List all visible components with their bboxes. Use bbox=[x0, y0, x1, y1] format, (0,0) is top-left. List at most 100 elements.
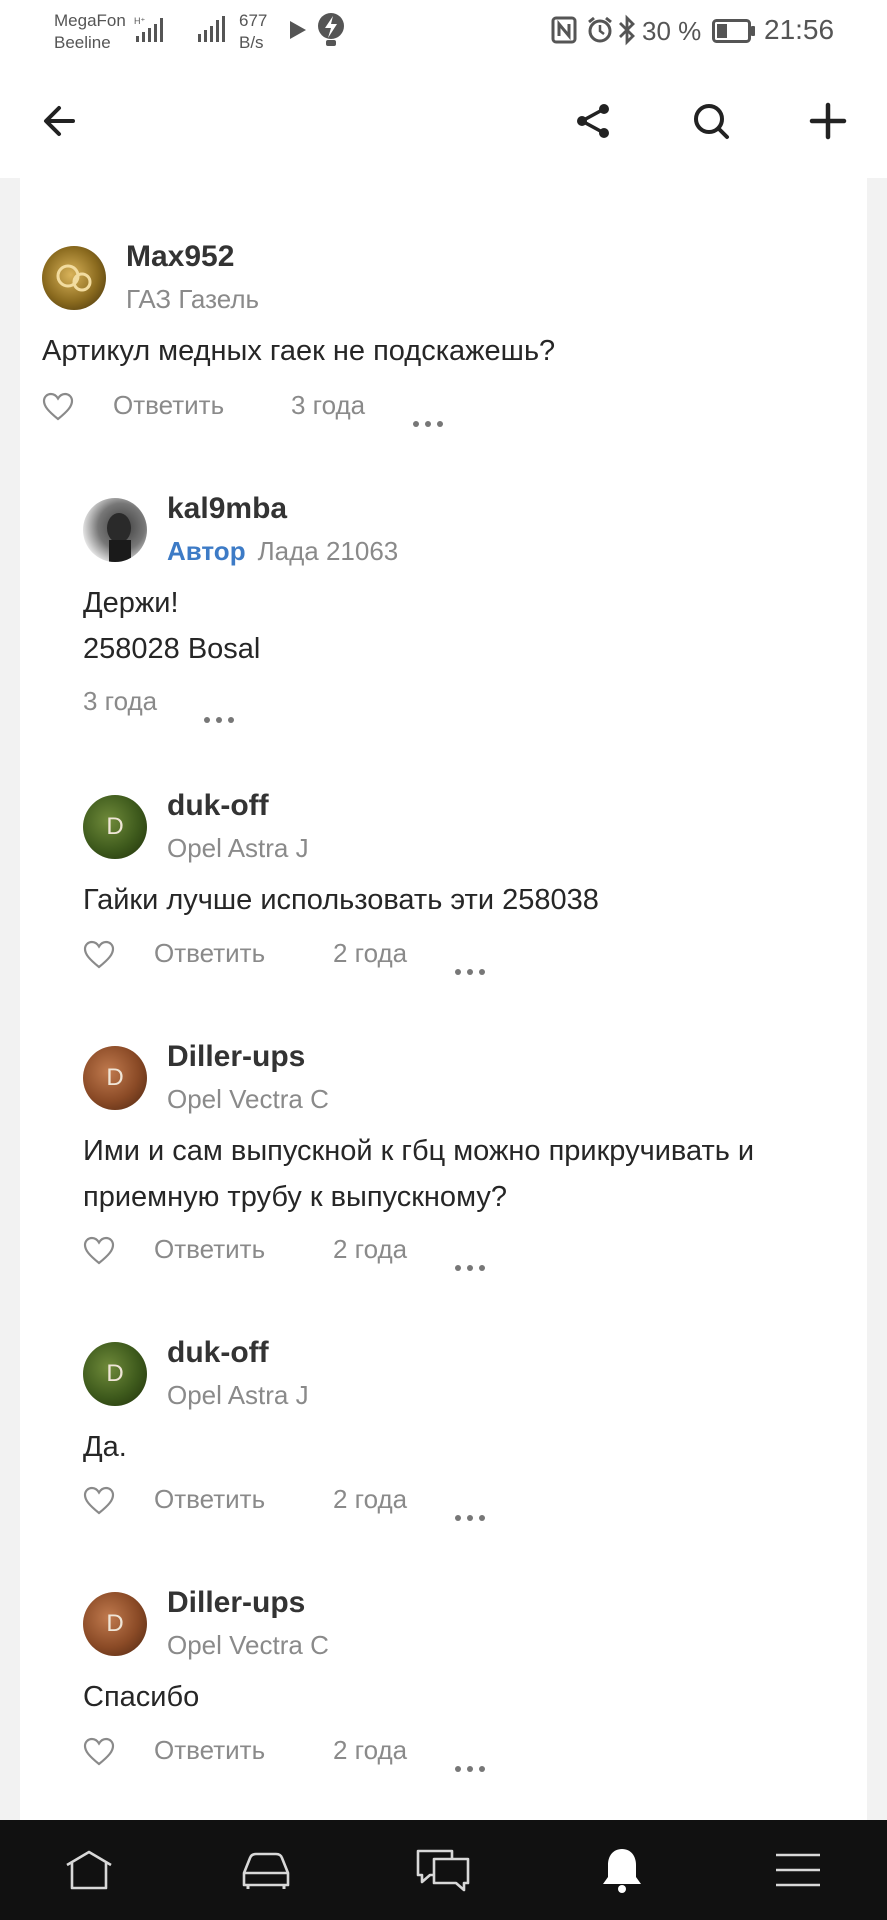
avatar-letter: D bbox=[106, 1360, 124, 1387]
more-options-icon[interactable] bbox=[454, 1749, 486, 1780]
like-heart-icon[interactable] bbox=[42, 392, 74, 422]
comment-line: Артикул медных гаек не подскажешь? bbox=[42, 335, 556, 367]
avatar-letter: D bbox=[106, 1610, 124, 1637]
comment-time: 3 года bbox=[291, 390, 366, 420]
user-car[interactable]: Лада 21063 bbox=[258, 536, 399, 566]
nav-menu[interactable] bbox=[768, 1844, 828, 1896]
avatar[interactable]: D bbox=[83, 795, 147, 859]
nav-messages[interactable] bbox=[413, 1844, 473, 1896]
signal-2-icon bbox=[198, 16, 225, 42]
reply-button[interactable]: Ответить bbox=[154, 1234, 265, 1265]
car-icon bbox=[242, 1852, 290, 1889]
share-icon bbox=[577, 104, 609, 138]
plus-icon bbox=[809, 102, 847, 140]
avatar-letter: D bbox=[106, 813, 124, 840]
play-icon bbox=[290, 21, 306, 39]
more-options-icon[interactable] bbox=[454, 952, 486, 983]
username[interactable]: duk-off bbox=[167, 1336, 269, 1370]
back-arrow-icon bbox=[44, 106, 75, 136]
speed-value: 677 bbox=[239, 11, 268, 30]
nav-home[interactable] bbox=[59, 1844, 119, 1896]
reply-button[interactable]: Ответить bbox=[154, 938, 265, 969]
comment-text: Да. bbox=[83, 1424, 127, 1470]
comment-time: 2 года bbox=[333, 938, 408, 968]
network-speed: 677 B/s bbox=[239, 10, 267, 54]
like-heart-icon[interactable] bbox=[83, 1236, 115, 1266]
back-button[interactable] bbox=[34, 96, 84, 146]
signal-1-icon: H⁺ bbox=[134, 16, 163, 42]
username[interactable]: Max952 bbox=[126, 240, 234, 274]
carrier-2: Beeline bbox=[54, 33, 111, 52]
more-options-icon[interactable] bbox=[454, 1498, 486, 1529]
comment-time: 2 года bbox=[333, 1484, 408, 1514]
username[interactable]: Diller-ups bbox=[167, 1586, 305, 1620]
avatar-letter: D bbox=[106, 1064, 124, 1091]
reply-button[interactable]: Ответить bbox=[113, 390, 224, 421]
nav-notifications[interactable] bbox=[592, 1844, 652, 1896]
username[interactable]: duk-off bbox=[167, 789, 269, 823]
search-button[interactable] bbox=[686, 96, 736, 146]
user-car[interactable]: Opel Vectra C bbox=[167, 1084, 329, 1115]
battery-percent: 30 % bbox=[642, 16, 702, 46]
avatar[interactable]: D bbox=[83, 1342, 147, 1406]
comment-text: Спасибо bbox=[83, 1674, 199, 1720]
comments-card: Max952 ГАЗ Газель Артикул медных гаек не… bbox=[20, 178, 867, 1820]
avatar[interactable] bbox=[83, 498, 147, 562]
comment-line: Спасибо bbox=[83, 1681, 200, 1713]
username[interactable]: Diller-ups bbox=[167, 1040, 305, 1074]
share-button[interactable] bbox=[568, 96, 618, 146]
like-heart-icon[interactable] bbox=[83, 1486, 115, 1516]
add-button[interactable] bbox=[803, 96, 853, 146]
bluetooth-icon bbox=[619, 14, 635, 46]
menu-icon bbox=[776, 1853, 820, 1887]
bottom-navigation bbox=[0, 1820, 887, 1920]
speed-unit: B/s bbox=[239, 33, 264, 52]
comment-actions: Ответить 2 года bbox=[83, 1484, 485, 1524]
alarm-icon bbox=[588, 16, 612, 43]
avatar[interactable]: D bbox=[83, 1592, 147, 1656]
comment-line: Гайки лучше использовать эти 258038 bbox=[83, 884, 599, 916]
comment-line: приемную трубу к выпускному? bbox=[83, 1181, 507, 1213]
comment-actions: Ответить 2 года bbox=[83, 1735, 485, 1775]
comment-line: Держи! bbox=[83, 587, 179, 619]
comment-actions: 3 года bbox=[83, 686, 283, 726]
comment-time: 2 года bbox=[333, 1234, 408, 1264]
like-heart-icon[interactable] bbox=[83, 1737, 115, 1767]
avatar-image-icon bbox=[56, 264, 92, 292]
more-options-icon[interactable] bbox=[454, 1248, 486, 1279]
comment-text: Держи! 258028 Bosal bbox=[83, 580, 260, 672]
comment-text: Ими и сам выпускной к гбц можно прикручи… bbox=[83, 1128, 754, 1220]
avatar[interactable]: D bbox=[83, 1046, 147, 1110]
user-car[interactable]: Opel Astra J bbox=[167, 833, 309, 864]
svg-text:H⁺: H⁺ bbox=[134, 16, 145, 26]
search-icon bbox=[694, 104, 729, 139]
comment-text: Артикул медных гаек не подскажешь? bbox=[42, 328, 555, 374]
clock: 21:56 bbox=[764, 14, 835, 45]
carrier-names: MegaFon Beeline bbox=[54, 10, 126, 54]
user-car[interactable]: Opel Astra J bbox=[167, 1380, 309, 1411]
home-icon bbox=[66, 1850, 112, 1890]
status-bar: MegaFon Beeline H⁺ 677 B/s 30 % 21:56 bbox=[0, 0, 887, 62]
reply-button[interactable]: Ответить bbox=[154, 1735, 265, 1766]
comment-line: Ими и сам выпускной к гбц можно прикручи… bbox=[83, 1135, 755, 1167]
reply-button[interactable]: Ответить bbox=[154, 1484, 265, 1515]
author-badge: Автор bbox=[167, 536, 246, 566]
more-options-icon[interactable] bbox=[203, 700, 235, 731]
comment-time: 3 года bbox=[83, 686, 158, 716]
avatar[interactable] bbox=[42, 246, 106, 310]
comment-actions: Ответить 2 года bbox=[83, 1234, 485, 1274]
more-options-icon[interactable] bbox=[412, 404, 444, 435]
avatar-image-icon bbox=[107, 513, 131, 562]
comment-text: Гайки лучше использовать эти 258038 bbox=[83, 877, 599, 923]
app-bar bbox=[0, 62, 887, 178]
comment-line: 258028 Bosal bbox=[83, 633, 261, 665]
user-car[interactable]: Opel Vectra C bbox=[167, 1630, 329, 1661]
comment-line: Да. bbox=[83, 1431, 127, 1463]
user-car[interactable]: ГАЗ Газель bbox=[126, 284, 259, 315]
comment-actions: Ответить 2 года bbox=[83, 938, 485, 978]
nfc-icon bbox=[551, 16, 577, 44]
username[interactable]: kal9mba bbox=[167, 492, 287, 526]
like-heart-icon[interactable] bbox=[83, 940, 115, 970]
user-meta: Автор Лада 21063 bbox=[167, 536, 398, 567]
nav-garage[interactable] bbox=[236, 1844, 296, 1896]
